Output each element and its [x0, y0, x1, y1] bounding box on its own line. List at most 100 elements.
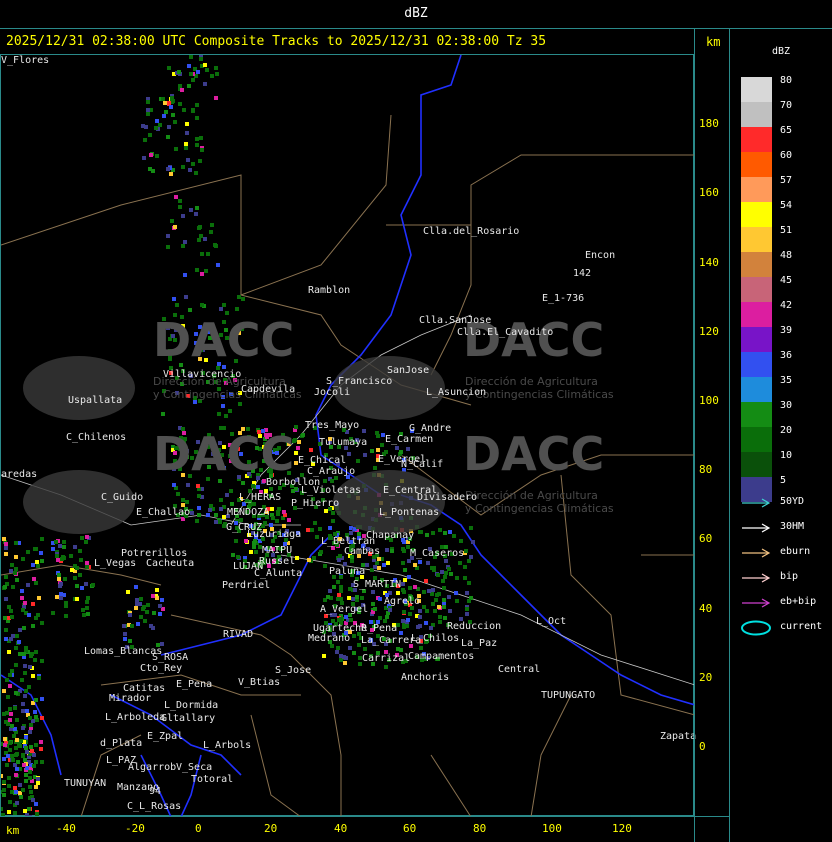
radar-map[interactable]: DACC DACC DACC DACC Dirección de Agricul… — [0, 54, 696, 817]
echo-pixel — [330, 479, 334, 483]
echo-pixel — [17, 742, 21, 746]
echo-pixel — [40, 760, 44, 764]
place-label: Jocoli — [314, 387, 351, 398]
echo-pixel — [307, 558, 311, 562]
place-label: Agrelo — [384, 596, 421, 607]
echo-pixel — [73, 564, 77, 568]
echo-pixel — [4, 628, 8, 632]
echo-pixel — [355, 595, 359, 599]
watermark-subtitle: Dirección de Agricultura y Contingencias … — [465, 375, 614, 401]
echo-pixel — [425, 533, 429, 537]
echo-pixel — [21, 709, 25, 713]
echo-pixel — [181, 244, 185, 248]
echo-pixel — [139, 615, 143, 619]
echo-pixel — [32, 753, 36, 757]
echo-pixel — [123, 637, 127, 641]
echo-pixel — [2, 780, 6, 784]
echo-pixel — [188, 308, 192, 312]
y-tick-label: 60 — [699, 532, 713, 545]
echo-pixel — [40, 697, 44, 701]
place-label: C_Guido — [101, 492, 144, 503]
echo-pixel — [17, 640, 21, 644]
echo-pixel — [81, 608, 85, 612]
echo-pixel — [64, 614, 68, 618]
echo-pixel — [15, 634, 19, 638]
echo-pixel — [23, 664, 27, 668]
echo-pixel — [4, 637, 8, 641]
place-label: G_Andre — [409, 423, 452, 434]
echo-pixel — [200, 148, 204, 152]
echo-pixel — [312, 556, 316, 560]
echo-pixel — [189, 72, 193, 76]
echo-pixel — [196, 70, 200, 74]
echo-pixel — [319, 550, 323, 554]
echo-pixel — [64, 601, 68, 605]
echo-pixel — [376, 448, 380, 452]
echo-pixel — [365, 563, 369, 567]
echo-pixel — [448, 530, 452, 534]
echo-pixel — [27, 807, 31, 811]
echo-pixel — [413, 585, 417, 589]
legend-level-label: 80 — [780, 75, 793, 86]
echo-pixel — [377, 557, 381, 561]
echo-pixel — [326, 595, 330, 599]
echo-pixel — [463, 576, 467, 580]
echo-pixel — [16, 760, 20, 764]
echo-pixel — [436, 573, 440, 577]
echo-pixel — [465, 612, 469, 616]
echo-pixel — [440, 570, 444, 574]
watermark-brand: DACC — [153, 427, 295, 481]
echo-pixel — [348, 587, 352, 591]
place-label: SanJose — [387, 365, 430, 376]
echo-pixel — [406, 447, 410, 451]
echo-pixel — [455, 599, 459, 603]
echo-pixel — [34, 650, 38, 654]
y-tick-label: 0 — [699, 740, 706, 753]
place-label: La_Paz — [461, 638, 498, 649]
echo-pixel — [425, 609, 429, 613]
echo-pixel — [170, 219, 174, 223]
echo-pixel — [196, 484, 200, 488]
echo-pixel — [301, 433, 305, 437]
echo-pixel — [294, 425, 298, 429]
header-timestamp: 2025/12/31 02:38:00 UTC Composite Tracks… — [6, 34, 547, 49]
echo-pixel — [4, 542, 8, 546]
place-label: Clla.SanJose — [419, 315, 492, 326]
echo-pixel — [158, 604, 162, 608]
echo-pixel — [188, 168, 192, 172]
place-label: L_Pontenas — [379, 507, 440, 518]
echo-pixel — [4, 552, 8, 556]
echo-pixel — [91, 583, 95, 587]
echo-pixel — [2, 788, 6, 792]
place-label: C_L_Rosas — [127, 801, 182, 812]
echo-pixel — [10, 754, 14, 758]
echo-pixel — [339, 585, 343, 589]
x-tick-label: -20 — [125, 822, 145, 835]
echo-pixel — [28, 785, 32, 789]
echo-pixel — [34, 581, 38, 585]
echo-pixel — [256, 485, 260, 489]
echo-pixel — [324, 509, 328, 513]
echo-pixel — [338, 554, 342, 558]
echo-pixel — [197, 506, 201, 510]
echo-pixel — [15, 767, 19, 771]
echo-pixel — [18, 783, 22, 787]
echo-pixel — [62, 540, 66, 544]
echo-pixel — [388, 608, 392, 612]
place-label: S_ROSA — [152, 652, 189, 663]
legend-swatch — [741, 377, 772, 402]
echo-pixel — [413, 563, 417, 567]
echo-pixel — [328, 526, 332, 530]
legend-swatch — [741, 152, 772, 177]
place-label: L_Violetas — [301, 485, 362, 496]
legend-title: dBZ — [772, 46, 791, 57]
track-arrow-icon — [742, 498, 771, 508]
echo-pixel — [22, 626, 26, 630]
echo-pixel — [176, 492, 180, 496]
echo-pixel — [14, 663, 18, 667]
echo-pixel — [28, 730, 32, 734]
echo-pixel — [139, 597, 143, 601]
echo-pixel — [442, 598, 446, 602]
echo-pixel — [10, 615, 14, 619]
echo-pixel — [331, 511, 335, 515]
